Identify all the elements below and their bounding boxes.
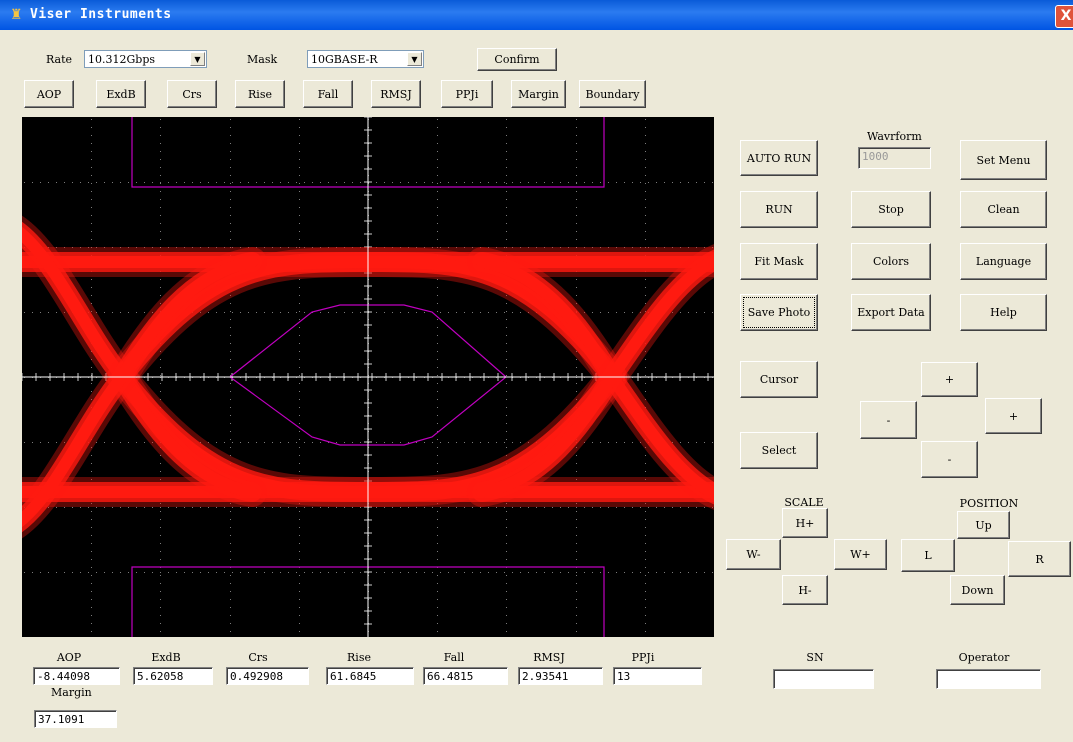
rise-label: Rise (347, 651, 371, 664)
set-menu-button[interactable]: Set Menu (960, 140, 1047, 180)
margin-value: 37.1091 (34, 710, 117, 728)
auto-run-button[interactable]: AUTO RUN (740, 140, 818, 176)
crs-label: Crs (248, 651, 268, 664)
rmsj-label: RMSJ (533, 651, 565, 664)
title-bar: ♜ Viser Instruments X (0, 0, 1073, 30)
w-minus-button[interactable]: W- (726, 539, 781, 570)
eye-diagram-plot (22, 117, 714, 637)
eye-diagram-display[interactable] (22, 117, 714, 637)
position-label: POSITION (959, 497, 1019, 510)
waveform-count-input[interactable]: 1000 (858, 147, 931, 169)
position-left-button[interactable]: L (901, 539, 955, 572)
crs-button[interactable]: Crs (167, 80, 217, 108)
export-data-button[interactable]: Export Data (851, 294, 931, 331)
fall-value: 66.4815 (423, 667, 508, 685)
scope-axes (22, 117, 714, 637)
cursor-plus-top-button[interactable]: + (921, 362, 978, 397)
cursor-minus-left-button[interactable]: - (860, 401, 917, 439)
fall-button[interactable]: Fall (303, 80, 353, 108)
cursor-plus-right-button[interactable]: + (985, 398, 1042, 434)
h-plus-button[interactable]: H+ (782, 508, 828, 538)
run-button[interactable]: RUN (740, 191, 818, 228)
crs-value: 0.492908 (226, 667, 309, 685)
margin-label: Margin (51, 686, 92, 699)
margin-button[interactable]: Margin (511, 80, 566, 108)
h-minus-button[interactable]: H- (782, 575, 828, 605)
operator-label: Operator (958, 651, 1010, 664)
position-down-button[interactable]: Down (950, 575, 1005, 605)
colors-button[interactable]: Colors (851, 243, 931, 280)
stop-button[interactable]: Stop (851, 191, 931, 228)
mask-value: 10GBASE-R (311, 53, 378, 66)
aop-button[interactable]: AOP (24, 80, 74, 108)
rate-label: Rate (46, 53, 73, 66)
window-title: Viser Instruments (30, 7, 172, 22)
sn-input[interactable] (773, 669, 874, 689)
waveform-label: Wavrform (867, 130, 922, 143)
main-window: Rate 10.312Gbps ▼ Mask 10GBASE-R ▼ Confi… (4, 30, 1073, 742)
exdb-value: 5.62058 (133, 667, 213, 685)
chevron-down-icon[interactable]: ▼ (407, 52, 422, 66)
fit-mask-button[interactable]: Fit Mask (740, 243, 818, 280)
rise-button[interactable]: Rise (235, 80, 285, 108)
position-right-button[interactable]: R (1008, 541, 1071, 577)
mask-select[interactable]: 10GBASE-R ▼ (307, 50, 424, 68)
language-button[interactable]: Language (960, 243, 1047, 280)
ppji-label: PPJi (631, 651, 655, 664)
confirm-button[interactable]: Confirm (477, 48, 557, 71)
save-photo-button[interactable]: Save Photo (740, 294, 818, 331)
rmsj-value: 2.93541 (518, 667, 603, 685)
aop-value: -8.44098 (33, 667, 120, 685)
rmsj-button[interactable]: RMSJ (371, 80, 421, 108)
rate-value: 10.312Gbps (88, 53, 156, 66)
rise-value: 61.6845 (326, 667, 414, 685)
app-icon: ♜ (10, 7, 23, 23)
ppji-button[interactable]: PPJi (441, 80, 493, 108)
w-plus-button[interactable]: W+ (834, 539, 887, 570)
sn-label: SN (806, 651, 824, 664)
clean-button[interactable]: Clean (960, 191, 1047, 228)
exdb-button[interactable]: ExdB (96, 80, 146, 108)
help-button[interactable]: Help (960, 294, 1047, 331)
select-button[interactable]: Select (740, 432, 818, 469)
fall-label: Fall (443, 651, 465, 664)
ppji-value: 13 (613, 667, 702, 685)
chevron-down-icon[interactable]: ▼ (190, 52, 205, 66)
cursor-minus-bottom-button[interactable]: - (921, 441, 978, 478)
aop-label: AOP (56, 651, 82, 664)
close-button[interactable]: X (1055, 5, 1073, 28)
boundary-button[interactable]: Boundary (579, 80, 646, 108)
operator-input[interactable] (936, 669, 1041, 689)
rate-select[interactable]: 10.312Gbps ▼ (84, 50, 207, 68)
mask-label: Mask (247, 53, 278, 66)
exdb-label: ExdB (151, 651, 181, 664)
cursor-button[interactable]: Cursor (740, 361, 818, 398)
position-up-button[interactable]: Up (957, 511, 1010, 539)
